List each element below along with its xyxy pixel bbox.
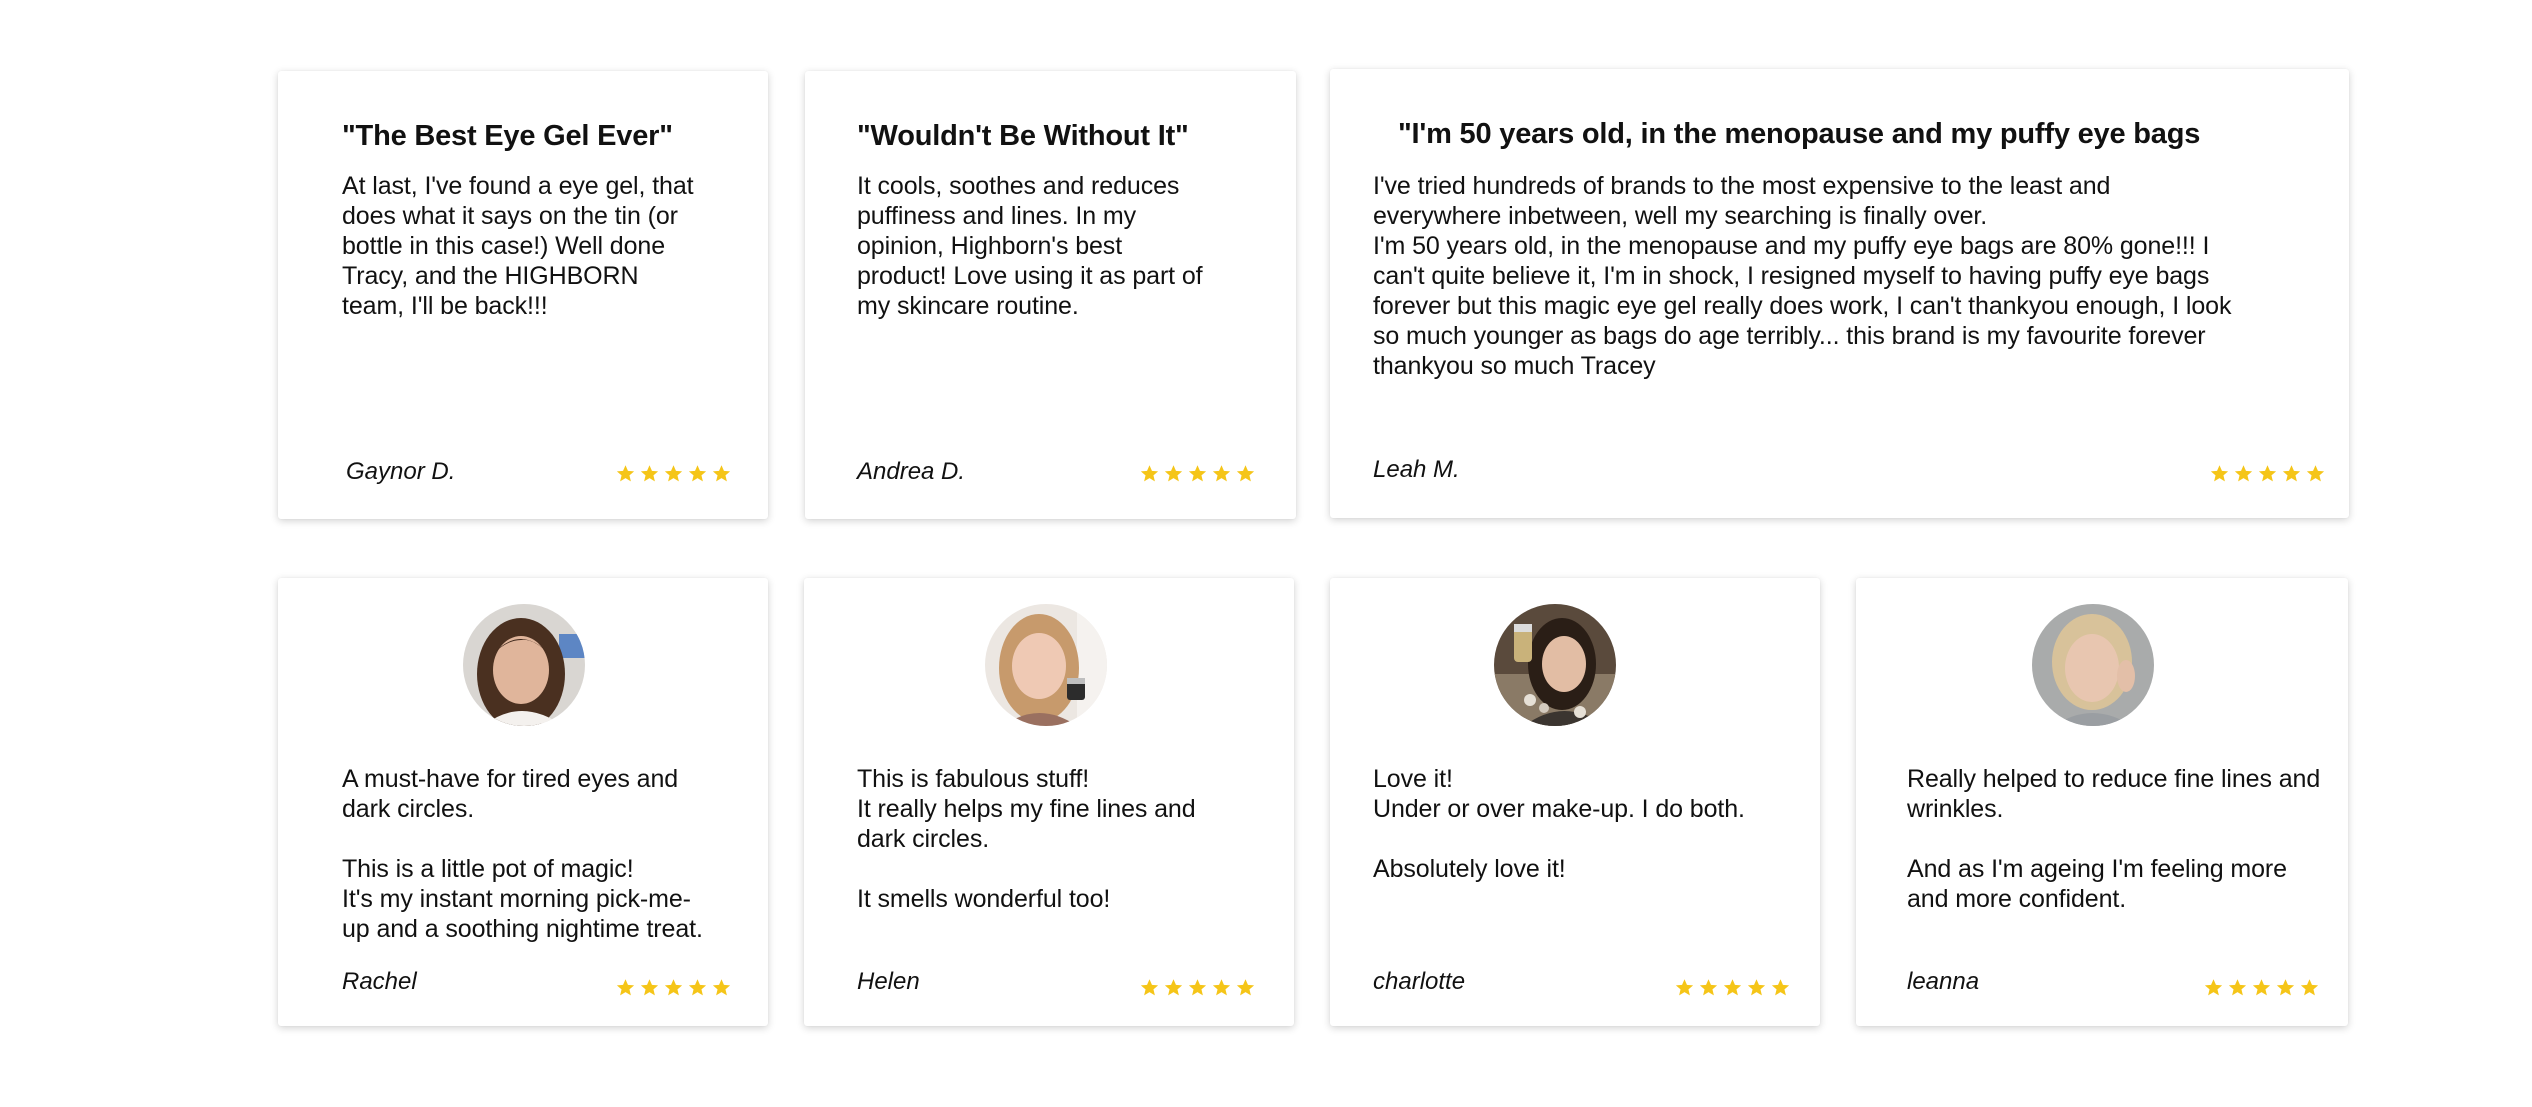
star-icon bbox=[2258, 465, 2277, 482]
star-icon bbox=[1212, 979, 1231, 996]
review-author: Gaynor D. bbox=[346, 458, 456, 485]
star-icon bbox=[1675, 979, 1694, 996]
star-icon bbox=[2276, 979, 2295, 996]
star-icon bbox=[688, 979, 707, 996]
star-icon bbox=[2210, 465, 2229, 482]
review-text: It cools, soothes and reduces puffiness … bbox=[857, 172, 1203, 320]
review-text: Really helped to reduce fine lines and w… bbox=[1907, 765, 2321, 913]
review-author: charlotte bbox=[1373, 968, 1466, 995]
review-card: A must-have for tired eyes and dark circ… bbox=[278, 578, 768, 1026]
avatar bbox=[1494, 604, 1616, 726]
star-icon bbox=[640, 979, 659, 996]
star-icon bbox=[1236, 465, 1255, 482]
review-card: "I'm 50 years old, in the menopause and … bbox=[1330, 69, 2349, 518]
star-icon bbox=[1747, 979, 1766, 996]
star-icon bbox=[1699, 979, 1718, 996]
review-author: Leah M. bbox=[1373, 456, 1460, 483]
star-icon bbox=[2300, 979, 2319, 996]
review-author: leanna bbox=[1907, 968, 1980, 995]
review-title: "I'm 50 years old, in the menopause and … bbox=[1398, 118, 2201, 150]
star-icon bbox=[664, 465, 683, 482]
star-icon bbox=[1140, 465, 1159, 482]
star-rating bbox=[2204, 978, 2319, 997]
review-author: Rachel bbox=[342, 968, 417, 995]
star-rating bbox=[616, 978, 731, 997]
avatar bbox=[985, 604, 1107, 726]
star-icon bbox=[640, 465, 659, 482]
star-icon bbox=[1164, 979, 1183, 996]
review-title: "The Best Eye Gel Ever" bbox=[342, 120, 673, 152]
review-text: This is fabulous stuff! It really helps … bbox=[857, 765, 1196, 913]
review-text: I've tried hundreds of brands to the mos… bbox=[1373, 172, 2232, 380]
star-rating bbox=[616, 464, 731, 483]
review-author: Andrea D. bbox=[857, 458, 966, 485]
review-author: Helen bbox=[857, 968, 920, 995]
review-card: "The Best Eye Gel Ever" At last, I've fo… bbox=[278, 71, 768, 519]
star-icon bbox=[2282, 465, 2301, 482]
star-icon bbox=[1188, 979, 1207, 996]
star-icon bbox=[2228, 979, 2247, 996]
star-icon bbox=[2234, 465, 2253, 482]
star-icon bbox=[712, 465, 731, 482]
star-icon bbox=[1771, 979, 1790, 996]
review-text: At last, I've found a eye gel, that does… bbox=[342, 172, 694, 320]
avatar-leanna bbox=[2032, 604, 2154, 726]
review-title: "Wouldn't Be Without It" bbox=[857, 120, 1189, 152]
star-rating bbox=[1675, 978, 1790, 997]
star-icon bbox=[616, 465, 635, 482]
review-card: "Wouldn't Be Without It" It cools, sooth… bbox=[805, 71, 1296, 519]
review-card: This is fabulous stuff! It really helps … bbox=[804, 578, 1294, 1026]
review-text: Love it! Under or over make-up. I do bot… bbox=[1373, 765, 1745, 883]
star-icon bbox=[616, 979, 635, 996]
star-icon bbox=[1236, 979, 1255, 996]
review-card: Really helped to reduce fine lines and w… bbox=[1856, 578, 2348, 1026]
review-text: A must-have for tired eyes and dark circ… bbox=[342, 765, 703, 943]
star-icon bbox=[1188, 465, 1207, 482]
star-icon bbox=[1140, 979, 1159, 996]
star-icon bbox=[2306, 465, 2325, 482]
avatar-rachel bbox=[463, 604, 585, 726]
star-icon bbox=[2204, 979, 2223, 996]
avatar bbox=[2032, 604, 2154, 726]
review-card: Love it! Under or over make-up. I do bot… bbox=[1330, 578, 1820, 1026]
star-icon bbox=[664, 979, 683, 996]
avatar-helen bbox=[985, 604, 1107, 726]
star-rating bbox=[2210, 464, 2325, 483]
avatar-charlotte bbox=[1494, 604, 1616, 726]
star-icon bbox=[712, 979, 731, 996]
star-rating bbox=[1140, 978, 1255, 997]
star-icon bbox=[1723, 979, 1742, 996]
star-icon bbox=[2252, 979, 2271, 996]
star-icon bbox=[1212, 465, 1231, 482]
star-icon bbox=[688, 465, 707, 482]
avatar bbox=[463, 604, 585, 726]
star-rating bbox=[1140, 464, 1255, 483]
star-icon bbox=[1164, 465, 1183, 482]
